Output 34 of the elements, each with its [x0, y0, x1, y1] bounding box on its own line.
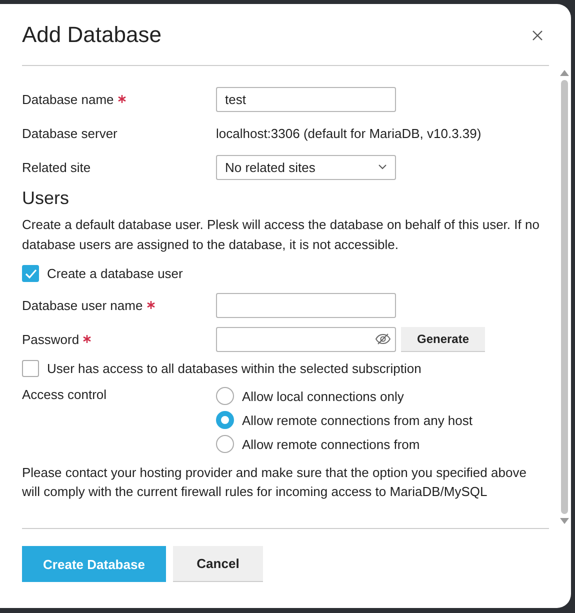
close-icon[interactable]: [532, 30, 543, 40]
field-label: Related site: [22, 160, 91, 174]
radio-button[interactable]: [216, 387, 234, 405]
checkmark-icon: [24, 268, 36, 278]
scroll-down-icon[interactable]: [560, 518, 569, 524]
radio-label: Allow remote connections from any host: [242, 412, 472, 428]
password-field[interactable]: [216, 326, 396, 352]
section-description: Create a default database user. Plesk will access the database on behalf of this user. If no database users are assigned to the database, it is not accessible.: [22, 216, 540, 254]
hidden-eye-icon[interactable]: [375, 333, 391, 345]
scrollbar-thumb[interactable]: [561, 80, 568, 514]
checkbox[interactable]: [22, 360, 39, 377]
field-label: Access control: [22, 387, 107, 402]
checkbox[interactable]: [22, 265, 39, 282]
radio-label: Allow local connections only: [242, 388, 404, 404]
checkbox-label: Create a database user: [47, 266, 183, 281]
field-label: Database user name: [22, 298, 143, 312]
checkbox-label: User has access to all databases within the selected subscription: [47, 361, 422, 376]
dialog-title: Add Database: [22, 22, 162, 48]
chevron-down-icon: [378, 164, 387, 170]
section-heading: Users: [22, 188, 70, 209]
text-field[interactable]: test: [216, 86, 396, 112]
text-field[interactable]: [216, 292, 396, 318]
cancel-button[interactable]: Cancel: [173, 546, 263, 582]
note-text: Please contact your hosting provider and make sure that the option you specified above will comply with the current firewall rules for incoming access to MariaDB/MySQL: [22, 464, 528, 501]
radio-label: Allow remote connections from: [242, 436, 420, 452]
field-value: localhost:3306 (default for MariaDB, v10.3.39): [216, 126, 482, 140]
field-label: Password: [22, 332, 80, 346]
field-label: Database name: [22, 92, 114, 106]
radio-button[interactable]: [216, 435, 234, 453]
radio-button[interactable]: [216, 411, 234, 429]
field-label: Database server: [22, 126, 118, 140]
select-field[interactable]: No related sites: [216, 154, 396, 180]
scroll-up-icon[interactable]: [560, 70, 569, 76]
generate-button[interactable]: Generate: [401, 326, 486, 352]
